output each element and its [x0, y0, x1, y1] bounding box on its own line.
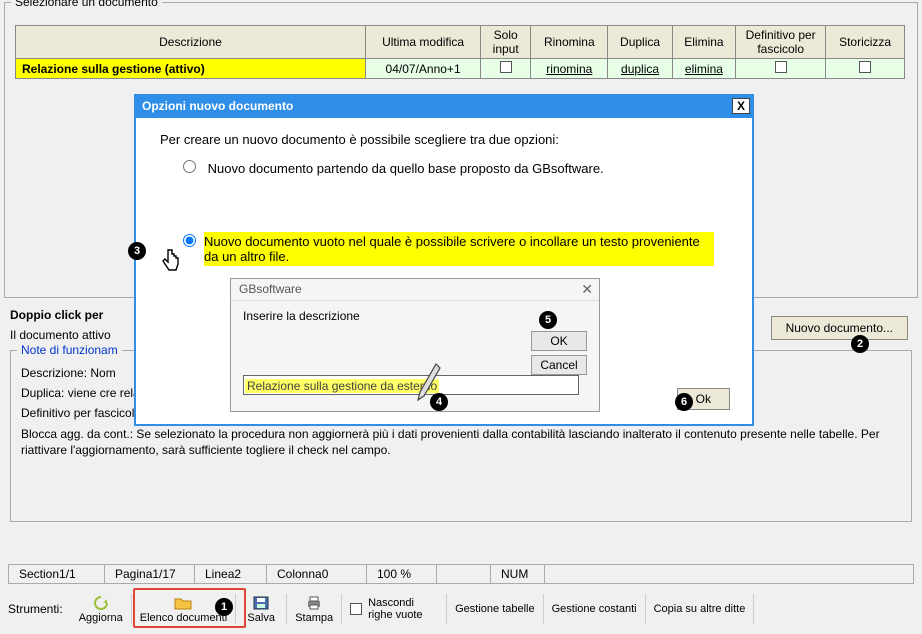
option1-label: Nuovo documento partendo da quello base … — [208, 161, 604, 176]
folder-icon — [174, 595, 192, 611]
refresh-icon — [92, 595, 110, 611]
th-storicizza: Storicizza — [826, 26, 905, 59]
dialog2-ok-button[interactable]: OK — [531, 331, 587, 351]
note-blocca: Blocca agg. da cont.: Se selezionato la … — [21, 426, 901, 458]
dialog2-close-button[interactable]: ✕ — [581, 281, 593, 298]
step-badge-3: 3 — [128, 242, 146, 260]
th-duplica: Duplica — [608, 26, 672, 59]
status-blank1 — [436, 564, 490, 584]
dialog2-titlebar[interactable]: GBsoftware ✕ — [231, 279, 599, 301]
cell-definitivo[interactable] — [736, 59, 826, 79]
print-icon — [305, 595, 323, 611]
status-bar: Section1/1 Pagina1/17 Linea2 Colonna0 10… — [8, 564, 914, 584]
th-rinomina: Rinomina — [531, 26, 608, 59]
double-click-hint: Doppio click per Il documento attivo — [10, 308, 111, 342]
status-blank2 — [544, 564, 914, 584]
documents-table: Descrizione Ultima modifica Solo input R… — [15, 25, 905, 79]
cell-storicizza[interactable] — [826, 59, 905, 79]
th-descrizione: Descrizione — [16, 26, 366, 59]
step-badge-5: 5 — [539, 311, 557, 329]
status-colonna: Colonna0 — [266, 564, 366, 584]
th-definitivo: Definitivo per fascicolo — [736, 26, 826, 59]
checkbox-solo-input[interactable] — [500, 61, 512, 73]
dialog1-titlebar[interactable]: Opzioni nuovo documento X — [136, 96, 752, 118]
status-pagina: Pagina1/17 — [104, 564, 194, 584]
step-badge-1: 1 — [215, 598, 233, 616]
save-icon — [252, 595, 270, 611]
option2-label: Nuovo documento vuoto nel quale è possib… — [204, 232, 714, 266]
aggiorna-button[interactable]: Aggiorna — [71, 590, 131, 628]
dialog1-intro: Per creare un nuovo documento è possibil… — [160, 132, 728, 147]
option2-radio[interactable] — [183, 234, 196, 247]
dialog2-cancel-button[interactable]: Cancel — [531, 355, 587, 375]
cell-solo-input[interactable] — [481, 59, 531, 79]
toolbar-label: Strumenti: — [8, 602, 71, 616]
status-zoom: 100 % — [366, 564, 436, 584]
cell-duplica[interactable]: duplica — [608, 59, 672, 79]
nascondi-righe-checkbox[interactable]: Nascondi righe vuote — [342, 597, 446, 621]
new-document-button[interactable]: Nuovo documento... — [771, 316, 908, 340]
salva-button[interactable]: Salva — [236, 590, 286, 628]
checkbox-definitivo[interactable] — [775, 61, 787, 73]
cell-elimina[interactable]: elimina — [672, 59, 735, 79]
checkbox-storicizza[interactable] — [859, 61, 871, 73]
table-row[interactable]: Relazione sulla gestione (attivo) 04/07/… — [16, 59, 905, 79]
panel-legend: Selezionare un documento — [11, 0, 162, 9]
copia-altre-ditte-button[interactable]: Copia su altre ditte — [646, 590, 754, 628]
hand-cursor-icon — [158, 248, 182, 278]
th-elimina: Elimina — [672, 26, 735, 59]
tools-toolbar: Strumenti: Aggiorna Elenco documenti Sal… — [8, 590, 914, 628]
option1-radio[interactable] — [183, 160, 196, 173]
dialog2-label: Inserire la descrizione — [243, 309, 587, 323]
status-section: Section1/1 — [8, 564, 104, 584]
status-num: NUM — [490, 564, 544, 584]
th-solo-input: Solo input — [481, 26, 531, 59]
notes-legend: Note di funzionam — [17, 343, 122, 357]
step-badge-2: 2 — [851, 335, 869, 353]
description-input[interactable] — [243, 375, 579, 395]
dialog1-title-text: Opzioni nuovo documento — [142, 99, 293, 113]
dialog1-close-button[interactable]: X — [732, 98, 750, 114]
dialog2-title-text: GBsoftware — [239, 282, 302, 296]
option2-row[interactable]: Nuovo documento vuoto nel quale è possib… — [178, 232, 728, 266]
status-linea: Linea2 — [194, 564, 266, 584]
th-ultima-modifica: Ultima modifica — [366, 26, 481, 59]
cell-ultima-modifica: 04/07/Anno+1 — [366, 59, 481, 79]
stampa-button[interactable]: Stampa — [287, 590, 341, 628]
cell-rinomina[interactable]: rinomina — [531, 59, 608, 79]
option1-row[interactable]: Nuovo documento partendo da quello base … — [178, 157, 728, 176]
cell-descrizione[interactable]: Relazione sulla gestione (attivo) — [16, 59, 366, 79]
gestione-costanti-button[interactable]: Gestione costanti — [544, 590, 645, 628]
checkbox-nascondi[interactable] — [350, 603, 362, 615]
step-badge-6: 6 — [675, 393, 693, 411]
gestione-tabelle-button[interactable]: Gestione tabelle — [447, 590, 543, 628]
step-badge-4: 4 — [430, 393, 448, 411]
